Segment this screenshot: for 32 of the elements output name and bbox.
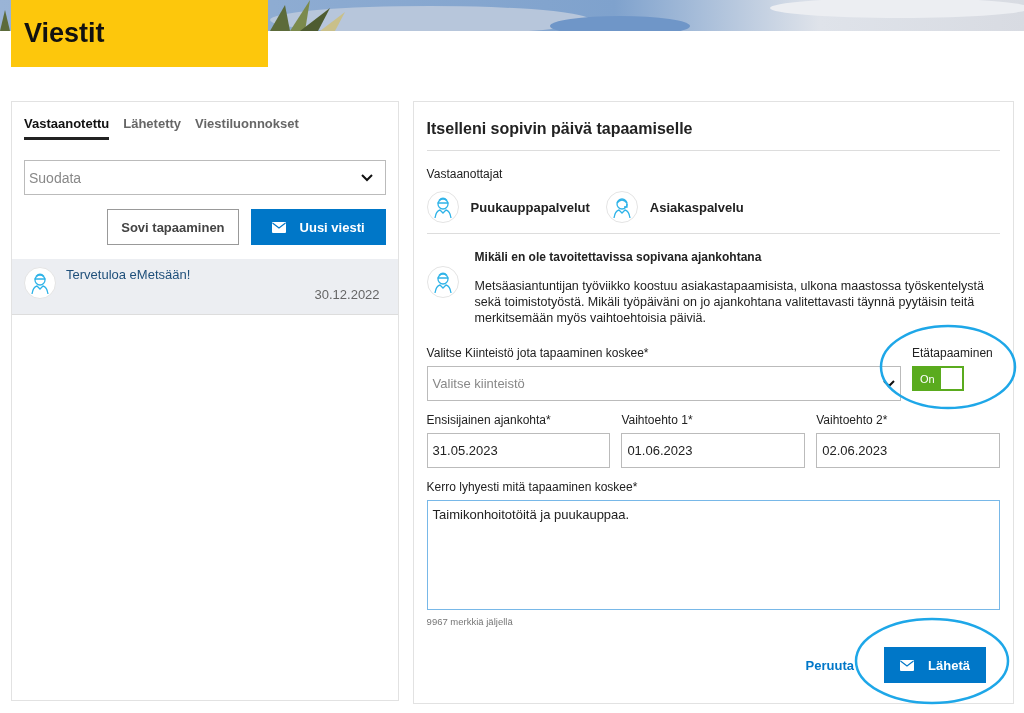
field-label: Vaihtoehto 2* — [816, 413, 889, 427]
notice-text: Metsäasiantuntijan työviikko koostuu asiakastapaamisista, ulkona maastossa työskentelystä sekä toimistotyöstä. Mikäli työpäiväni on jo ajankohtana valitettavasti täynnä pyytäisin teitä merkitsemään myös vaihtoehtoisia päiviä. — [474, 278, 985, 326]
field-label: Vaihtoehto 1* — [621, 413, 694, 427]
recipient-name: Puukauppapalvelut — [470, 199, 590, 215]
field-label: Ensisijainen ajankohta* — [426, 413, 552, 427]
remote-meeting-toggle[interactable]: On — [912, 366, 964, 391]
new-message-button[interactable]: Uusi viesti — [250, 209, 386, 245]
property-select[interactable]: Valitse kiinteistö — [426, 366, 901, 401]
date-field[interactable]: 31.05.2023 — [426, 433, 611, 468]
message-title: Tervetuloa eMetsään! — [66, 267, 192, 282]
date-field[interactable]: 02.06.2023 — [816, 433, 1000, 468]
field-label: Etätapaaminen — [912, 346, 994, 360]
date-field[interactable]: 01.06.2023 — [621, 433, 806, 468]
description-textarea[interactable]: Taimikonhoitotöitä ja puukauppaa. — [426, 500, 1000, 610]
toggle-state: On — [920, 372, 935, 385]
send-button[interactable]: Lähetä — [884, 647, 986, 683]
recipient-name: Asiakaspalvelu — [649, 199, 744, 215]
message-row[interactable]: Tervetuloa eMetsään! 30.12.2022 — [12, 259, 398, 315]
message-date: 30.12.2022 — [314, 287, 380, 302]
inbox-tab[interactable]: Vastaanotettu — [24, 116, 110, 140]
cancel-link[interactable]: Peruuta — [805, 657, 854, 673]
notice-title: Mikäli en ole tavoitettavissa sopivana ajankohtana — [474, 250, 763, 264]
filter-dropdown[interactable]: Suodata — [24, 160, 386, 195]
field-label: Valitse Kiinteistö jota tapaaminen koskee* — [426, 346, 650, 360]
inbox-tab[interactable]: Viestiluonnokset — [195, 116, 299, 140]
inbox-tab[interactable]: Lähetetty — [123, 116, 182, 140]
page-title: Viestit — [24, 18, 105, 49]
schedule-meeting-button[interactable]: Sovi tapaaminen — [107, 209, 239, 245]
field-label: Kerro lyhyesti mitä tapaaminen koskee* — [426, 480, 639, 494]
recipients-label: Vastaanottajat — [426, 167, 504, 181]
character-counter: 9967 merkkiä jäljellä — [426, 616, 514, 627]
form-title: Itselleni sopivin päivä tapaamiselle — [426, 102, 1000, 151]
